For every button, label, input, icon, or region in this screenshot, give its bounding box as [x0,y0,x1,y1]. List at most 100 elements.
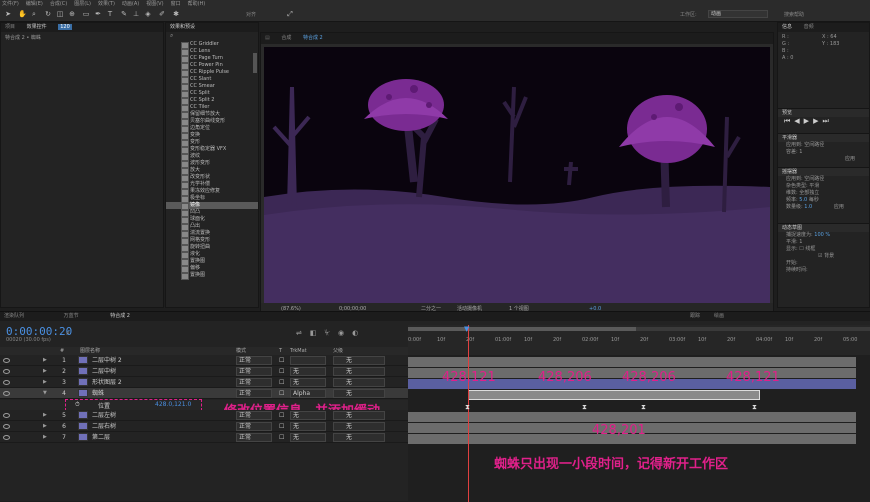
capture-speed-value[interactable]: 100 % [814,232,830,238]
keyframe-2-icon[interactable]: ⧗ [582,403,587,412]
effect-item[interactable]: CC Ripple Pulse [166,69,258,77]
track-bar-5[interactable] [408,412,856,422]
trackmatte-select[interactable]: Alpha [290,389,326,398]
effect-item[interactable]: 球面化 [166,216,258,224]
clone-stamp-tool-icon[interactable]: ⊥ [132,10,140,19]
expand-triangle-icon[interactable]: ▼ [43,388,47,399]
layer-row[interactable]: ▶ 3 形状图层 2 正常 ☐ 无无 [0,377,408,388]
rectangle-tool-icon[interactable]: ▭ [82,10,90,19]
parent-select[interactable]: 无 [333,411,385,420]
noise-type-select[interactable]: 平滑 [809,183,819,189]
effect-item[interactable]: 网格变形 [166,237,258,245]
menu-effect[interactable]: 效果(T) [98,0,115,8]
visibility-eye-icon[interactable] [3,435,10,440]
playhead-handle-icon[interactable]: ▼ [464,325,469,333]
effect-item[interactable]: 光学补偿 [166,181,258,189]
track-bar-4[interactable] [468,390,760,400]
wireframe-checkbox[interactable]: ☐ [799,246,803,252]
preserve-transparency-checkbox[interactable]: ☐ [279,355,284,366]
timeline-search-icon[interactable]: ⌕ [66,329,70,338]
parent-select[interactable]: 无 [333,356,385,365]
parent-select[interactable]: 无 [333,389,385,398]
effect-item[interactable]: 变形稳定器 VFX [166,146,258,154]
effect-item[interactable]: 边角定位 [166,125,258,133]
tab-audio[interactable]: 音频 [804,24,814,30]
effect-item[interactable]: 镜像 [166,202,258,210]
workspace-select[interactable]: 动画 [708,10,768,18]
lock-icon[interactable]: ▤ [265,35,270,41]
snap-icon[interactable]: ⤢ [286,10,294,19]
puppet-tool-icon[interactable]: ✱ [172,10,180,19]
tab-effect-controls[interactable]: 效果控件 [27,24,47,30]
hand-tool-icon[interactable]: ✋ [18,10,27,19]
smoother-apply-select[interactable]: 空间路径 [804,142,824,148]
visibility-eye-icon[interactable] [3,380,10,385]
effect-item[interactable]: 变形 [166,139,258,147]
brush-tool-icon[interactable]: ✎ [120,10,128,19]
effect-item[interactable]: 液化 [166,251,258,259]
visibility-eye-icon[interactable] [3,391,10,396]
effect-item[interactable]: 凸出 [166,223,258,231]
keyframe-1-icon[interactable]: ⧗ [465,403,470,412]
parent-select[interactable]: 无 [333,378,385,387]
selection-tool-icon[interactable]: ➤ [4,10,12,19]
roto-brush-tool-icon[interactable]: ✐ [158,10,166,19]
effect-item[interactable]: 偏移 [166,265,258,273]
effect-item[interactable]: CC Tiler [166,104,258,112]
effects-scrollbar[interactable] [253,53,257,73]
layer-row[interactable]: ▶ 2 二层中树 正常 ☐ 无无 [0,366,408,377]
layer-row[interactable]: ▶ 6 二层右树 正常 ☐ 无无 [0,421,408,432]
menu-edit[interactable]: 编辑(E) [26,0,43,8]
zoom-tool-icon[interactable]: ⌕ [30,10,38,19]
menu-composition[interactable]: 合成(C) [50,0,67,8]
tab-paint[interactable]: 绘画 [714,312,724,321]
parent-select[interactable]: 无 [333,367,385,376]
trackmatte-select[interactable]: 无 [290,433,326,442]
visibility-eye-icon[interactable] [3,413,10,418]
effect-item[interactable]: CC Slant [166,76,258,84]
effect-item[interactable]: 极坐标 [166,195,258,203]
effect-item[interactable]: 置换图 [166,272,258,280]
dimension-select[interactable]: 全部独立 [799,190,819,196]
layer-name[interactable]: 二层中树 [92,366,116,377]
keyframe-3-icon[interactable]: ⧗ [641,403,646,412]
eraser-tool-icon[interactable]: ◈ [144,10,152,19]
tab-render-queue[interactable]: 渲染队列 [4,313,24,319]
effect-item[interactable]: CC Lens [166,48,258,56]
align-label[interactable]: 对齐 [246,11,256,18]
wiggler-apply-select[interactable]: 空间路径 [804,176,824,182]
time-ruler[interactable]: 0:00f 10f 20f 01:00f 10f 20f 02:00f 10f 20f 03:00… [408,325,870,355]
menu-view[interactable]: 视图(V) [146,0,163,8]
tab-timeline-comp[interactable]: 特合成 2 [110,313,130,319]
wiggler-section[interactable]: 摇摆器 [778,167,869,176]
pan-behind-tool-icon[interactable]: ⊕ [68,10,76,19]
timeline-switch-icons[interactable]: ⇌◧⏧◉◐ [296,329,366,338]
visibility-eye-icon[interactable] [3,358,10,363]
preview-controls[interactable]: ⏮◀▶▶⏭ [778,117,869,133]
menu-layer[interactable]: 图层(L) [74,0,91,8]
tab-wanlanjie[interactable]: 万蓝节 [64,313,79,319]
tab-effects-presets[interactable]: 效果和预设 [170,24,195,30]
work-area-range[interactable] [408,327,636,331]
menu-help[interactable]: 帮助(H) [188,0,206,8]
magnitude-value[interactable]: 1.0 [804,204,812,210]
effect-item[interactable]: 变换 [166,132,258,140]
effect-item[interactable]: 波形变形 [166,160,258,168]
smoother-tolerance[interactable]: 容差: 1 [778,149,869,156]
effect-item[interactable]: 贝塞尔曲线变形 [166,118,258,126]
search-help-field[interactable]: 搜索帮助 [784,11,804,18]
motion-sketch-section[interactable]: 动态草图 [778,223,869,232]
tab-project[interactable]: 项目 [5,24,15,30]
menu-file[interactable]: 文件(F) [2,0,19,8]
rotate-tool-icon[interactable]: ↻ [44,10,52,19]
layer-name[interactable]: 二层左树 [92,410,116,421]
preserve-transparency-checkbox[interactable]: ☐ [279,410,284,421]
preserve-transparency-checkbox[interactable]: ☐ [279,421,284,432]
effect-item[interactable]: 改变形状 [166,174,258,182]
preserve-transparency-checkbox[interactable]: ☐ [279,432,284,443]
playhead[interactable] [468,325,469,502]
layer-name[interactable]: 二层中树 2 [92,355,122,366]
tab-comp-name[interactable]: 特合成 2 [303,35,323,41]
track-bar-1[interactable] [408,357,856,367]
preserve-transparency-checkbox[interactable]: ☐ [279,388,284,399]
